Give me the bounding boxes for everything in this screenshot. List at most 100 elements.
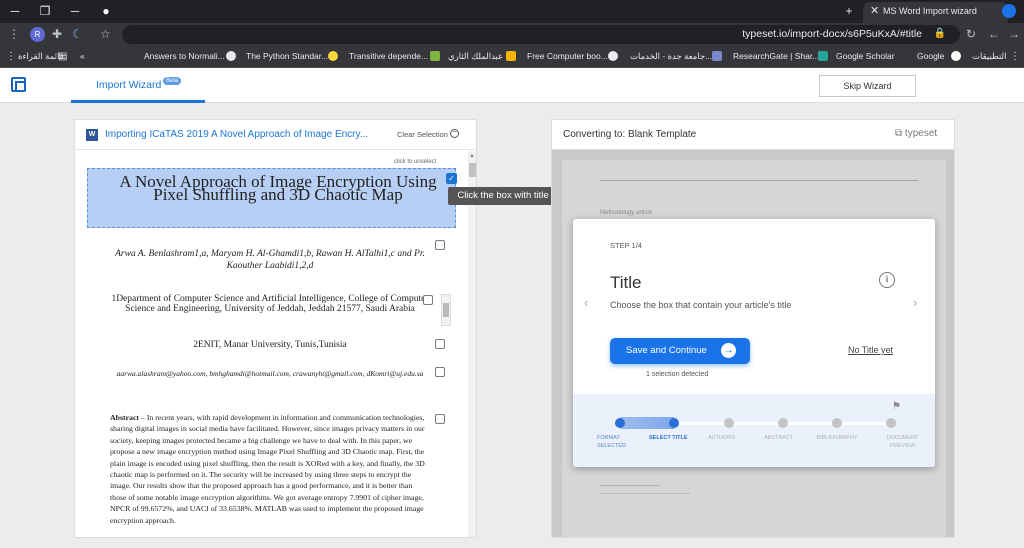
google-icon — [951, 51, 961, 61]
preview-footnote-line — [600, 485, 660, 486]
step-label-authors: AUTHORS — [708, 435, 735, 441]
abstract-text: – In recent years, with rapid developmen… — [110, 413, 425, 525]
chevron-left-icon[interactable]: ‹ — [584, 295, 588, 310]
document-scrollbar[interactable]: ▲ — [468, 151, 476, 537]
extension-icon[interactable] — [1002, 4, 1016, 18]
step-dot-format[interactable] — [615, 418, 625, 428]
preview-panel-header: Converting to: Blank Template ⧉ typeset — [552, 120, 954, 150]
profile-avatar[interactable]: R — [30, 27, 45, 42]
step-dot-bibliography[interactable] — [832, 418, 842, 428]
selection-detected-text: 1 selection detected — [646, 371, 709, 378]
step-label-format: FORMAT SELECTED — [597, 435, 627, 449]
tab-underline — [71, 100, 205, 103]
bookmark-3[interactable]: Transitive depende... — [349, 51, 428, 61]
arrow-right-icon: → — [721, 343, 736, 358]
bookmark-4[interactable]: عبدالملك الثاري — [448, 51, 503, 62]
site-icon — [506, 51, 516, 61]
typeset-logo-icon[interactable] — [11, 77, 26, 92]
abstract-checkbox[interactable] — [435, 414, 445, 424]
converting-title: Converting to: Blank Template — [563, 129, 697, 140]
apps-icon[interactable]: ⋮ — [6, 50, 16, 64]
title-block-selected[interactable]: A Novel Approach of Image Encryption Usi… — [87, 168, 457, 228]
step-dot-authors[interactable] — [724, 418, 734, 428]
globe-icon — [608, 51, 618, 61]
step-dot-title[interactable] — [669, 418, 679, 428]
clear-selection-button[interactable]: Clear Selection — [397, 130, 448, 139]
step-label-title: SELECT TITLE — [649, 435, 688, 441]
researchgate-icon — [818, 51, 828, 61]
bookmarks-bar: ⋮ قائمة القراءة ▤ « Answers to Normali..… — [0, 46, 1024, 68]
moon-icon[interactable]: ☾ — [72, 27, 83, 41]
bookmark-9[interactable]: Google — [917, 51, 944, 61]
title-checkbox[interactable]: ✓ — [446, 173, 457, 184]
preview-footnote-line — [600, 493, 690, 494]
bookmark-6[interactable]: جامعة جدة - الخدمات... — [630, 51, 712, 62]
abstract-label: Abstract — [110, 413, 140, 422]
step-indicator: STEP 1/4 — [610, 241, 642, 250]
puzzle-icon[interactable]: ✚ — [52, 27, 62, 41]
preview-rule — [600, 180, 918, 181]
minimize-window-icon[interactable]: ─ — [66, 3, 84, 19]
bookmark-7[interactable]: ResearchGate | Shar... — [733, 51, 819, 61]
tab-import-wizard[interactable]: Import Wizard — [96, 79, 161, 91]
block-scroll-thumb[interactable] — [443, 303, 449, 317]
step-dot-abstract[interactable] — [778, 418, 788, 428]
new-tab-icon[interactable]: + — [840, 3, 858, 19]
minus-circle-icon[interactable]: − — [450, 129, 459, 138]
modal-subtitle: Choose the box that contain your article… — [610, 300, 792, 310]
step-modal: STEP 1/4 Title i ‹ Choose the box that c… — [573, 219, 935, 467]
chevron-right-icon[interactable]: › — [913, 295, 917, 310]
browser-titlebar: ─ ❐ ─ ● + ✕ MS Word Import wizard — [0, 0, 1024, 23]
bookmark-5[interactable]: Free Computer boo... — [527, 51, 608, 61]
tooltip: Click the box with title — [448, 187, 558, 205]
save-and-continue-label: Save and Continue — [626, 345, 707, 356]
url-field[interactable]: typeset.io/import-docx/s6P5uKxA/#title 🔒 — [122, 25, 960, 44]
scroll-up-icon[interactable]: ▲ — [469, 153, 475, 159]
authors-block[interactable]: Arwa A. Benlashram1,a, Maryam H. Al-Gham… — [105, 248, 435, 272]
scroll-thumb[interactable] — [469, 163, 476, 177]
skip-wizard-button[interactable]: Skip Wizard — [819, 75, 916, 97]
progress-fill — [620, 417, 674, 429]
authors-checkbox[interactable] — [435, 240, 445, 250]
reload-icon[interactable]: ↻ — [966, 27, 976, 41]
block-scrollbar[interactable] — [441, 294, 451, 326]
affiliation-2-checkbox[interactable] — [435, 339, 445, 349]
forward-icon[interactable]: → — [1008, 27, 1020, 41]
reading-list-icon[interactable]: ▤ — [58, 50, 67, 64]
emails-block[interactable]: aarwa.alashram@yahoo.com, bmhghamdi@hotm… — [115, 368, 425, 379]
tab-title: MS Word Import wizard — [883, 6, 977, 16]
lock-icon[interactable]: 🔒 — [934, 28, 946, 39]
step-label-document-preview: DOCUMENT PREVIEW — [886, 435, 919, 449]
no-title-link[interactable]: No Title yet — [848, 345, 893, 355]
bookmark-star-icon[interactable]: ☆ — [100, 27, 111, 41]
back-icon[interactable]: ← — [988, 27, 1000, 41]
bookmark-reading-list[interactable]: قائمة القراءة — [18, 51, 64, 62]
app-header: Import Wizard Beta Skip Wizard — [0, 68, 1024, 103]
chevron-icon[interactable]: « — [80, 51, 85, 61]
media-icon[interactable]: ● — [97, 3, 115, 19]
bookmark-2[interactable]: The Python Standar... — [246, 51, 328, 61]
bookmark-1[interactable]: Answers to Normali... — [144, 51, 225, 61]
typeset-logo-text: typeset — [904, 128, 938, 139]
save-and-continue-button[interactable]: Save and Continue → — [610, 338, 750, 364]
bookmark-apps[interactable]: التطبيقات — [972, 51, 1007, 62]
site-icon — [430, 51, 440, 61]
document-title: Importing ICaTAS 2019 A Novel Approach o… — [105, 129, 369, 140]
close-tab-icon[interactable]: ✕ — [870, 4, 879, 17]
address-bar: ⋮ R ✚ ☾ ☆ typeset.io/import-docx/s6P5uKx… — [0, 23, 1024, 46]
affiliation-1-checkbox[interactable] — [423, 295, 433, 305]
menu-dots-icon[interactable]: ⋮ — [8, 27, 20, 41]
restore-icon[interactable]: ❐ — [36, 3, 54, 19]
abstract-block[interactable]: Abstract – In recent years, with rapid d… — [110, 412, 425, 526]
emails-checkbox[interactable] — [435, 367, 445, 377]
grid-icon[interactable]: ⋮ — [1010, 50, 1020, 64]
affiliation-2-block[interactable]: 2ENIT, Manar University, Tunis,Tunisia — [105, 340, 435, 350]
affiliation-1-block[interactable]: 1Department of Computer Science and Arti… — [105, 294, 435, 314]
browser-tab[interactable]: ✕ MS Word Import wizard — [863, 2, 1008, 23]
click-to-unselect-hint: click to unselect — [394, 159, 437, 165]
step-dot-document-preview[interactable] — [886, 418, 896, 428]
step-label-bibliography: BIBLIOGRAPHY — [816, 435, 858, 441]
minimize-icon[interactable]: ─ — [6, 3, 24, 19]
bookmark-8[interactable]: Google Scholar — [836, 51, 895, 61]
info-icon[interactable]: i — [879, 272, 895, 288]
